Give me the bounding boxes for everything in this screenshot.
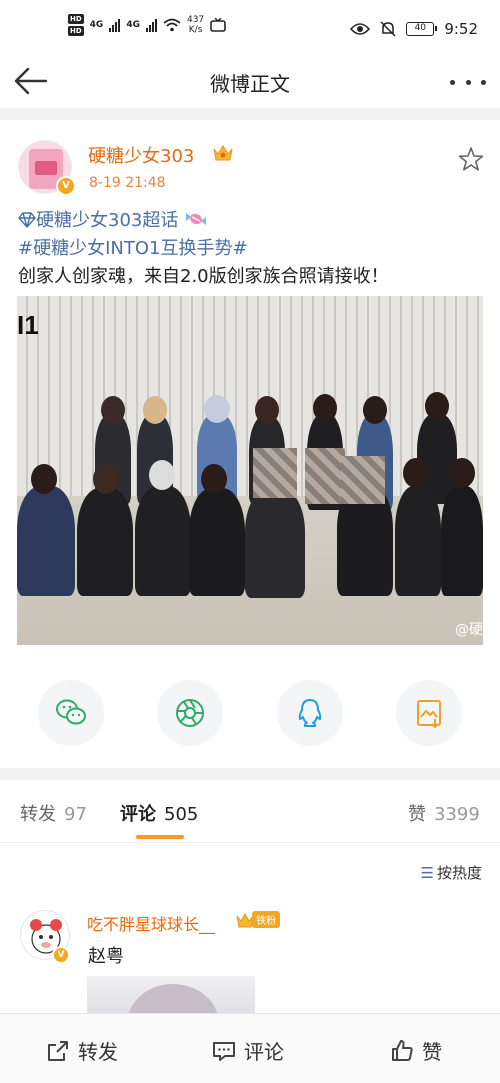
network-type-2: 4G xyxy=(126,20,140,30)
like-icon xyxy=(392,1039,413,1061)
clock: 9:52 xyxy=(444,20,478,38)
candy-icon xyxy=(186,213,207,225)
post-time: 8-19 21:48 xyxy=(89,175,166,191)
post-username[interactable]: 硬糖少女303 xyxy=(88,142,194,168)
diamond-icon xyxy=(18,212,36,228)
repost-icon xyxy=(48,1040,68,1061)
image-logo: I1 xyxy=(17,310,39,340)
share-wechat-button[interactable] xyxy=(38,680,104,746)
super-topic-link[interactable]: 硬糖少女303超话 xyxy=(18,208,208,234)
tv-icon xyxy=(210,18,226,32)
save-image-button[interactable] xyxy=(396,680,462,746)
blurred-face xyxy=(305,448,345,504)
status-bar-right: 40 9:52 xyxy=(350,20,478,38)
page-title: 微博正文 xyxy=(210,72,290,96)
tab-bar: 转发 97 评论 505 赞 3399 xyxy=(0,780,500,842)
sort-by-hot-button[interactable]: ☰ 按热度 xyxy=(421,862,482,883)
active-tab-indicator xyxy=(136,835,184,839)
comment-verified-icon: V xyxy=(52,946,70,964)
post-text: 创家人创家魂，来自2.0版创家族合照请接收！ xyxy=(18,266,389,287)
blurred-face xyxy=(341,456,385,504)
wechat-icon xyxy=(56,699,86,725)
comment-button[interactable]: 评论 xyxy=(212,1036,284,1065)
tab-comment[interactable]: 评论 505 xyxy=(120,800,198,826)
signal-icon-1 xyxy=(109,18,121,32)
status-bar-left: HD HD 4G 4G 437 K/s xyxy=(68,14,226,36)
star-icon[interactable] xyxy=(458,146,484,172)
share-moments-button[interactable] xyxy=(157,680,223,746)
post-image[interactable]: I1 @硬 xyxy=(17,296,483,645)
share-qq-button[interactable] xyxy=(277,680,343,746)
signal-icon-2 xyxy=(145,18,157,32)
divider xyxy=(0,842,500,843)
section-gap xyxy=(0,768,500,780)
comment-username[interactable]: 吃不胖星球球长__ xyxy=(87,911,215,935)
eye-icon xyxy=(350,23,371,35)
network-speed: 437 K/s xyxy=(186,15,205,35)
fan-tag: 铁粉 xyxy=(252,911,280,928)
sort-icon: ☰ xyxy=(420,864,434,882)
status-bar: HD HD 4G 4G 437 K/s 40 9:52 xyxy=(0,0,500,56)
crown-icon xyxy=(213,145,233,161)
network-type-1: 4G xyxy=(89,20,104,30)
repost-button[interactable]: 转发 xyxy=(46,1036,118,1065)
save-image-icon xyxy=(417,700,441,729)
hd-badge-1: HD xyxy=(68,14,84,24)
section-gap xyxy=(0,108,500,120)
image-watermark: @硬 xyxy=(455,622,483,638)
tab-repost[interactable]: 转发 97 xyxy=(20,800,87,826)
nav-bar: 微博正文 xyxy=(0,56,500,108)
like-button[interactable]: 赞 xyxy=(390,1036,442,1065)
mute-bell-icon xyxy=(380,21,396,37)
moments-icon xyxy=(176,699,204,727)
battery-icon: 40 xyxy=(406,22,438,36)
hashtag-link[interactable]: #硬糖少女INTO1互换手势# xyxy=(18,236,248,262)
fan-badge: 铁粉 xyxy=(236,911,280,928)
super-topic-label: 硬糖少女303超话 xyxy=(36,210,179,231)
qq-icon xyxy=(298,699,322,727)
comment-icon xyxy=(213,1041,235,1061)
more-icon[interactable] xyxy=(450,70,486,94)
hd-badge-2: HD xyxy=(68,26,84,36)
tab-like[interactable]: 赞 3399 xyxy=(408,800,480,826)
bottom-action-bar: 转发 评论 赞 xyxy=(0,1013,500,1083)
blurred-face xyxy=(253,448,297,498)
verified-badge-icon: V xyxy=(56,176,76,196)
wifi-icon xyxy=(163,18,181,32)
comment-text: 赵粤 xyxy=(88,946,124,967)
